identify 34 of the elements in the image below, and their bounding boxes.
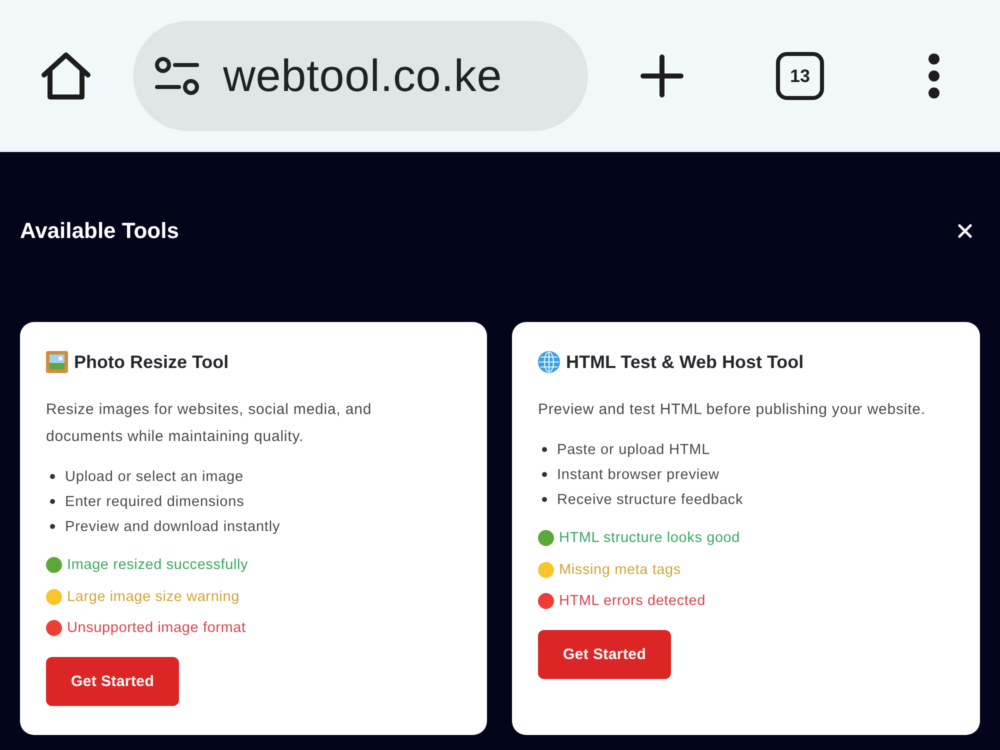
tool-title: HTML Test & Web Host Tool <box>566 351 804 374</box>
address-bar[interactable]: webtool.co.ke <box>133 21 588 131</box>
bullet-icon <box>50 474 55 479</box>
tool-description: Resize images for websites, social media, and documents while maintaining quality. <box>46 400 373 447</box>
panel-title: Available Tools <box>20 217 179 245</box>
bullet-icon <box>50 524 55 529</box>
status-text: Large image size warning <box>67 588 240 604</box>
bullet-icon <box>542 447 547 452</box>
status-text: Unsupported image format <box>67 620 246 636</box>
feature-text: Instant browser preview <box>557 466 720 482</box>
globe-icon <box>538 351 560 373</box>
feature-text: Paste or upload HTML <box>557 442 710 458</box>
tune-icon[interactable] <box>155 57 199 95</box>
bullet-icon <box>542 497 547 502</box>
status-text: HTML errors detected <box>559 593 706 609</box>
tool-title: Photo Resize Tool <box>74 351 229 374</box>
status-text: Image resized successfully <box>67 557 248 573</box>
close-icon[interactable] <box>958 224 972 238</box>
status-text: Missing meta tags <box>559 562 681 578</box>
tool-description: Preview and test HTML before publishing your website. <box>538 400 926 420</box>
status-text: HTML structure looks good <box>559 530 740 546</box>
feature-text: Enter required dimensions <box>65 494 244 510</box>
menu-icon[interactable] <box>928 53 940 99</box>
get-started-button[interactable]: Get Started <box>46 657 180 706</box>
framed-picture-icon <box>46 351 68 373</box>
tab-count-button[interactable]: 13 <box>776 52 824 100</box>
home-icon[interactable] <box>40 51 92 101</box>
bullet-icon <box>542 472 547 477</box>
bullet-icon <box>50 499 55 504</box>
feature-text: Receive structure feedback <box>557 492 744 508</box>
feature-text: Preview and download instantly <box>65 518 280 534</box>
new-tab-plus-icon[interactable] <box>640 54 684 98</box>
get-started-button[interactable]: Get Started <box>538 630 672 679</box>
feature-text: Upload or select an image <box>65 468 244 484</box>
